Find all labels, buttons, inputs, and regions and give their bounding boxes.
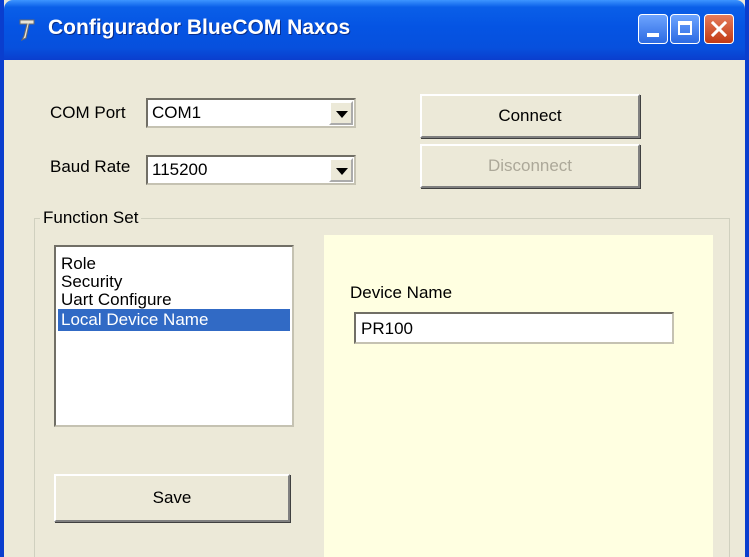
com-port-label: COM Port — [50, 103, 126, 122]
save-button[interactable]: Save — [54, 474, 290, 522]
app-window: Configurador BlueCOM Naxos COM Port COM1… — [0, 0, 749, 557]
device-name-value: PR100 — [361, 319, 413, 338]
baud-rate-value: 115200 — [152, 160, 208, 179]
device-name-input[interactable]: PR100 — [354, 312, 674, 344]
baud-rate-dropdown-button[interactable] — [329, 158, 353, 182]
list-item-uart-configure[interactable]: Uart Configure — [58, 289, 290, 311]
minimize-icon — [647, 33, 659, 37]
app-icon — [19, 19, 35, 42]
title-bar[interactable]: Configurador BlueCOM Naxos — [4, 0, 745, 60]
function-list[interactable]: Role Security Uart Configure Local Devic… — [54, 245, 294, 427]
close-icon — [710, 20, 728, 38]
maximize-button[interactable] — [670, 14, 700, 44]
window-title: Configurador BlueCOM Naxos — [48, 16, 351, 39]
maximize-icon — [678, 21, 692, 35]
chevron-down-icon — [336, 111, 348, 118]
device-name-label: Device Name — [350, 283, 453, 302]
connect-button[interactable]: Connect — [420, 94, 640, 138]
close-button[interactable] — [704, 14, 734, 44]
minimize-button[interactable] — [638, 14, 668, 44]
com-port-select[interactable]: COM1 — [146, 98, 356, 128]
function-set-legend: Function Set — [40, 208, 142, 228]
chevron-down-icon — [336, 168, 348, 175]
baud-rate-label: Baud Rate — [50, 157, 131, 176]
list-item-local-device-name[interactable]: Local Device Name — [58, 309, 290, 331]
com-port-value: COM1 — [152, 103, 202, 122]
disconnect-button[interactable]: Disconnect — [420, 144, 640, 188]
com-port-dropdown-button[interactable] — [329, 101, 353, 125]
baud-rate-select[interactable]: 115200 — [146, 155, 356, 185]
